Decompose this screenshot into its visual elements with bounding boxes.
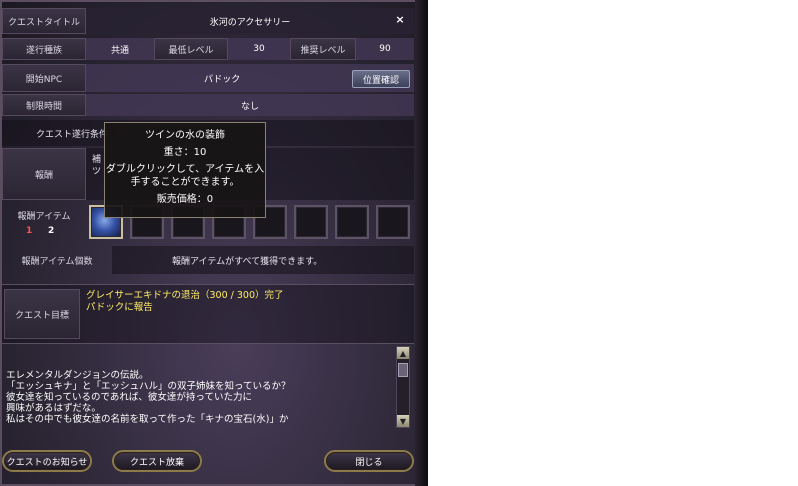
race-value: 共通 (86, 38, 154, 60)
quest-title-row: クエストタイトル 氷河のアクセサリー (0, 8, 414, 34)
empty-slot[interactable] (376, 205, 410, 239)
empty-slot[interactable] (335, 205, 369, 239)
description-scrollbar[interactable]: ▲ ▼ (396, 346, 410, 428)
time-limit-label: 制限時間 (2, 94, 86, 116)
time-limit-row: 制限時間 なし (0, 94, 414, 116)
scroll-up-icon[interactable]: ▲ (397, 347, 409, 359)
min-level-label: 最低レベル (154, 38, 228, 60)
quest-description: エレメンタルダンジョンの伝説。 「エッシュキナ」と「エッシュハル」の双子姉妹を知… (6, 370, 392, 425)
reward-count-row: 報酬アイテム個数 報酬アイテムがすべて獲得できます。 (0, 246, 414, 274)
tooltip-item-name: ツインの水の装飾 (145, 130, 225, 141)
locate-button[interactable]: 位置確認 (352, 70, 410, 88)
quest-info-row: 遂行種族 共通 最低レベル 30 推奨レベル 90 (0, 38, 414, 60)
reward-items-label: 報酬アイテム (17, 211, 71, 222)
quest-abandon-button[interactable]: クエスト放棄 (112, 450, 202, 472)
tooltip-desc-line-1: ダブルクリックして、アイテムを入 (105, 164, 265, 175)
tooltip-desc-line-2: 手することができます。 (130, 177, 240, 188)
objective-line: パドックに報告 (86, 302, 153, 313)
item-tooltip: ツインの水の装飾 重さ：10 ダブルクリックして、アイテムを入 手することができ… (104, 122, 266, 218)
quest-notice-button[interactable]: クエストのお知らせ (2, 450, 92, 472)
description-line: エレメンタルダンジョンの伝説。 (6, 370, 149, 381)
empty-slot[interactable] (294, 205, 328, 239)
reward-count-value: 報酬アイテムがすべて獲得できます。 (112, 246, 414, 274)
description-line: 彼女達を知っているのであれば、彼女達が持っていた力に (6, 392, 252, 403)
objective-text: グレイサーエキドナの退治（300 / 300）完了 パドックに報告 (86, 290, 284, 314)
objective-line: グレイサーエキドナの退治（300 / 300）完了 (86, 290, 284, 301)
description-line: 興味があるはずだな。 (6, 403, 101, 414)
rec-level-label: 推奨レベル (290, 38, 356, 60)
quest-title-label: クエストタイトル (2, 8, 86, 34)
npc-name: パドック (204, 74, 241, 85)
race-label: 遂行種族 (2, 38, 86, 60)
window-edge (415, 0, 428, 486)
scroll-down-icon[interactable]: ▼ (397, 415, 409, 427)
tooltip-weight: 重さ：10 (163, 147, 207, 158)
reward-page-2[interactable]: 2 (48, 226, 54, 236)
close-button[interactable]: 閉じる (324, 450, 414, 472)
reward-page-1[interactable]: 1 (26, 226, 32, 236)
min-level-value: 30 (228, 38, 290, 60)
quest-window: クエストタイトル 氷河のアクセサリー × 遂行種族 共通 最低レベル 30 推奨… (0, 0, 428, 486)
quest-title-value: 氷河のアクセサリー (86, 8, 414, 34)
reward-text-partial-2: ツ (92, 167, 102, 177)
start-npc-label: 開始NPC (2, 64, 86, 92)
close-icon[interactable]: × (393, 12, 407, 26)
reward-label: 報酬 (2, 148, 86, 200)
rec-level-value: 90 (356, 38, 414, 60)
objective-label: クエスト目標 (4, 289, 80, 339)
description-line: 私はその中でも彼女達の名前を取って作った「キナの宝石(水)」か (6, 414, 289, 425)
tooltip-price: 販売価格：0 (156, 194, 214, 205)
time-limit-value: なし (86, 94, 414, 116)
reward-count-label: 報酬アイテム個数 (21, 256, 93, 267)
scroll-thumb[interactable] (398, 363, 408, 377)
description-line: 「エッシュキナ」と「エッシュハル」の双子姉妹を知っているか？ (6, 381, 291, 392)
